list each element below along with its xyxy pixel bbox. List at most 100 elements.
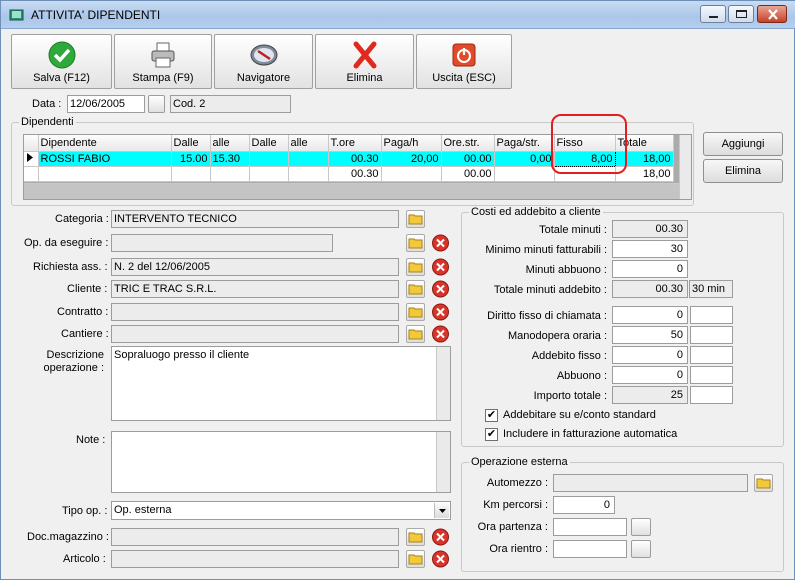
hourly-labor-field[interactable]: 50 xyxy=(612,326,688,344)
date-field[interactable]: 12/06/2005 xyxy=(67,95,145,113)
fixed-charge-field[interactable]: 0 xyxy=(612,346,688,364)
title-bar: ATTIVITA' DIPENDENTI xyxy=(1,1,795,29)
folder-icon xyxy=(408,329,423,340)
table-cell[interactable]: 0,00 xyxy=(494,151,555,167)
table-cell[interactable]: 15.00 xyxy=(171,151,211,167)
vehicle-field[interactable] xyxy=(553,474,748,492)
column-header[interactable]: Dipendente xyxy=(38,135,172,152)
print-button[interactable]: Stampa (F9) xyxy=(114,34,212,89)
return-picker-button[interactable] xyxy=(631,540,651,558)
article-browse-button[interactable] xyxy=(406,550,425,568)
grid-vertical-scrollbar[interactable] xyxy=(679,135,691,199)
fixed-charge-extra-field[interactable] xyxy=(690,346,733,364)
request-label: Richiesta ass. : xyxy=(33,261,108,273)
delete-employee-button[interactable]: Elimina xyxy=(703,159,783,183)
contract-field[interactable] xyxy=(111,303,399,321)
notes-textarea[interactable] xyxy=(111,431,451,493)
column-header[interactable]: alle xyxy=(288,135,329,152)
description-label-line1: Descrizione xyxy=(46,349,104,361)
discount-label: Abbuono : xyxy=(556,370,607,382)
optype-label: Tipo op. : xyxy=(62,505,108,517)
column-header[interactable]: alle xyxy=(210,135,250,152)
discount-extra-field[interactable] xyxy=(690,366,733,384)
description-scrollbar[interactable] xyxy=(436,347,450,420)
book-icon xyxy=(9,9,24,21)
delete-record-button[interactable]: Elimina xyxy=(315,34,414,89)
notes-scrollbar[interactable] xyxy=(436,432,450,492)
table-cell[interactable] xyxy=(249,151,289,167)
contract-browse-button[interactable] xyxy=(406,303,425,321)
category-field[interactable]: INTERVENTO TECNICO xyxy=(111,210,399,228)
hourly-labor-extra-field[interactable] xyxy=(690,326,733,344)
table-cell[interactable] xyxy=(288,151,329,167)
vehicle-browse-button[interactable] xyxy=(754,474,773,492)
column-header[interactable]: Ore.str. xyxy=(441,135,495,152)
add-employee-button[interactable]: Aggiungi xyxy=(703,132,783,156)
site-clear-icon[interactable] xyxy=(431,325,450,343)
todo-clear-icon[interactable] xyxy=(431,234,450,252)
optype-select[interactable]: Op. esterna xyxy=(111,501,451,520)
category-browse-button[interactable] xyxy=(406,210,425,228)
description-textarea[interactable]: Sopraluogo presso il cliente xyxy=(111,346,451,421)
save-button[interactable]: Salva (F12) xyxy=(11,34,112,89)
charged-minutes-field: 00.30 xyxy=(612,280,688,298)
maximize-button[interactable] xyxy=(728,5,754,23)
discount-minutes-field[interactable]: 0 xyxy=(612,260,688,278)
warehouse-field[interactable] xyxy=(111,528,399,546)
table-cell[interactable]: ROSSI FABIO xyxy=(38,151,172,167)
exit-button[interactable]: Uscita (ESC) xyxy=(416,34,512,89)
table-cell[interactable]: 00.00 xyxy=(441,151,495,167)
optype-dropdown-button[interactable] xyxy=(434,503,449,518)
return-field[interactable] xyxy=(553,540,627,558)
discount-field[interactable]: 0 xyxy=(612,366,688,384)
column-header[interactable]: Dalle xyxy=(171,135,211,152)
request-field[interactable]: N. 2 del 12/06/2005 xyxy=(111,258,399,276)
call-fee-extra-field[interactable] xyxy=(690,306,733,324)
close-button[interactable] xyxy=(757,5,787,23)
article-label: Articolo : xyxy=(63,553,106,565)
site-browse-button[interactable] xyxy=(406,325,425,343)
customer-browse-button[interactable] xyxy=(406,280,425,298)
navigator-button[interactable]: Navigatore xyxy=(214,34,313,89)
site-field[interactable] xyxy=(111,325,399,343)
table-cell[interactable]: 15.30 xyxy=(210,151,250,167)
warehouse-clear-icon[interactable] xyxy=(431,528,450,546)
todo-field[interactable] xyxy=(111,234,333,252)
row-indicator-header xyxy=(24,135,39,152)
table-cell[interactable]: 00.30 xyxy=(328,151,382,167)
standard-charge-checkbox[interactable]: ✔ xyxy=(485,409,498,422)
request-clear-icon[interactable] xyxy=(431,258,450,276)
column-header[interactable]: Dalle xyxy=(249,135,289,152)
category-label: Categoria : xyxy=(55,213,109,225)
km-field[interactable]: 0 xyxy=(553,496,615,514)
customer-clear-icon[interactable] xyxy=(431,280,450,298)
total-cell xyxy=(494,166,555,182)
column-header[interactable]: Paga/h xyxy=(381,135,442,152)
article-clear-icon[interactable] xyxy=(431,550,450,568)
departure-picker-button[interactable] xyxy=(631,518,651,536)
customer-label: Cliente : xyxy=(67,283,108,295)
chevron-down-icon xyxy=(439,509,446,513)
customer-field[interactable]: TRIC E TRAC S.R.L. xyxy=(111,280,399,298)
call-fee-field[interactable]: 0 xyxy=(612,306,688,324)
standard-charge-label: Addebitare su e/conto standard xyxy=(503,409,656,421)
row-indicator xyxy=(24,151,39,167)
request-browse-button[interactable] xyxy=(406,258,425,276)
contract-clear-icon[interactable] xyxy=(431,303,450,321)
total-minutes-label: Totale minuti : xyxy=(539,224,607,236)
minimize-button[interactable] xyxy=(700,5,726,23)
column-header[interactable]: T.ore xyxy=(328,135,382,152)
auto-invoice-checkbox[interactable]: ✔ xyxy=(485,428,498,441)
date-picker-button[interactable] xyxy=(148,95,165,113)
fixed-charge-label: Addebito fisso : xyxy=(531,350,607,362)
total-amount-extra-field[interactable] xyxy=(690,386,733,404)
checkmark-icon xyxy=(48,41,75,69)
article-field[interactable] xyxy=(111,550,399,568)
table-cell[interactable]: 20,00 xyxy=(381,151,442,167)
min-billable-field[interactable]: 30 xyxy=(612,240,688,258)
column-header[interactable]: Paga/str. xyxy=(494,135,555,152)
warehouse-browse-button[interactable] xyxy=(406,528,425,546)
departure-field[interactable] xyxy=(553,518,627,536)
km-label: Km percorsi : xyxy=(483,499,548,511)
todo-browse-button[interactable] xyxy=(406,234,425,252)
